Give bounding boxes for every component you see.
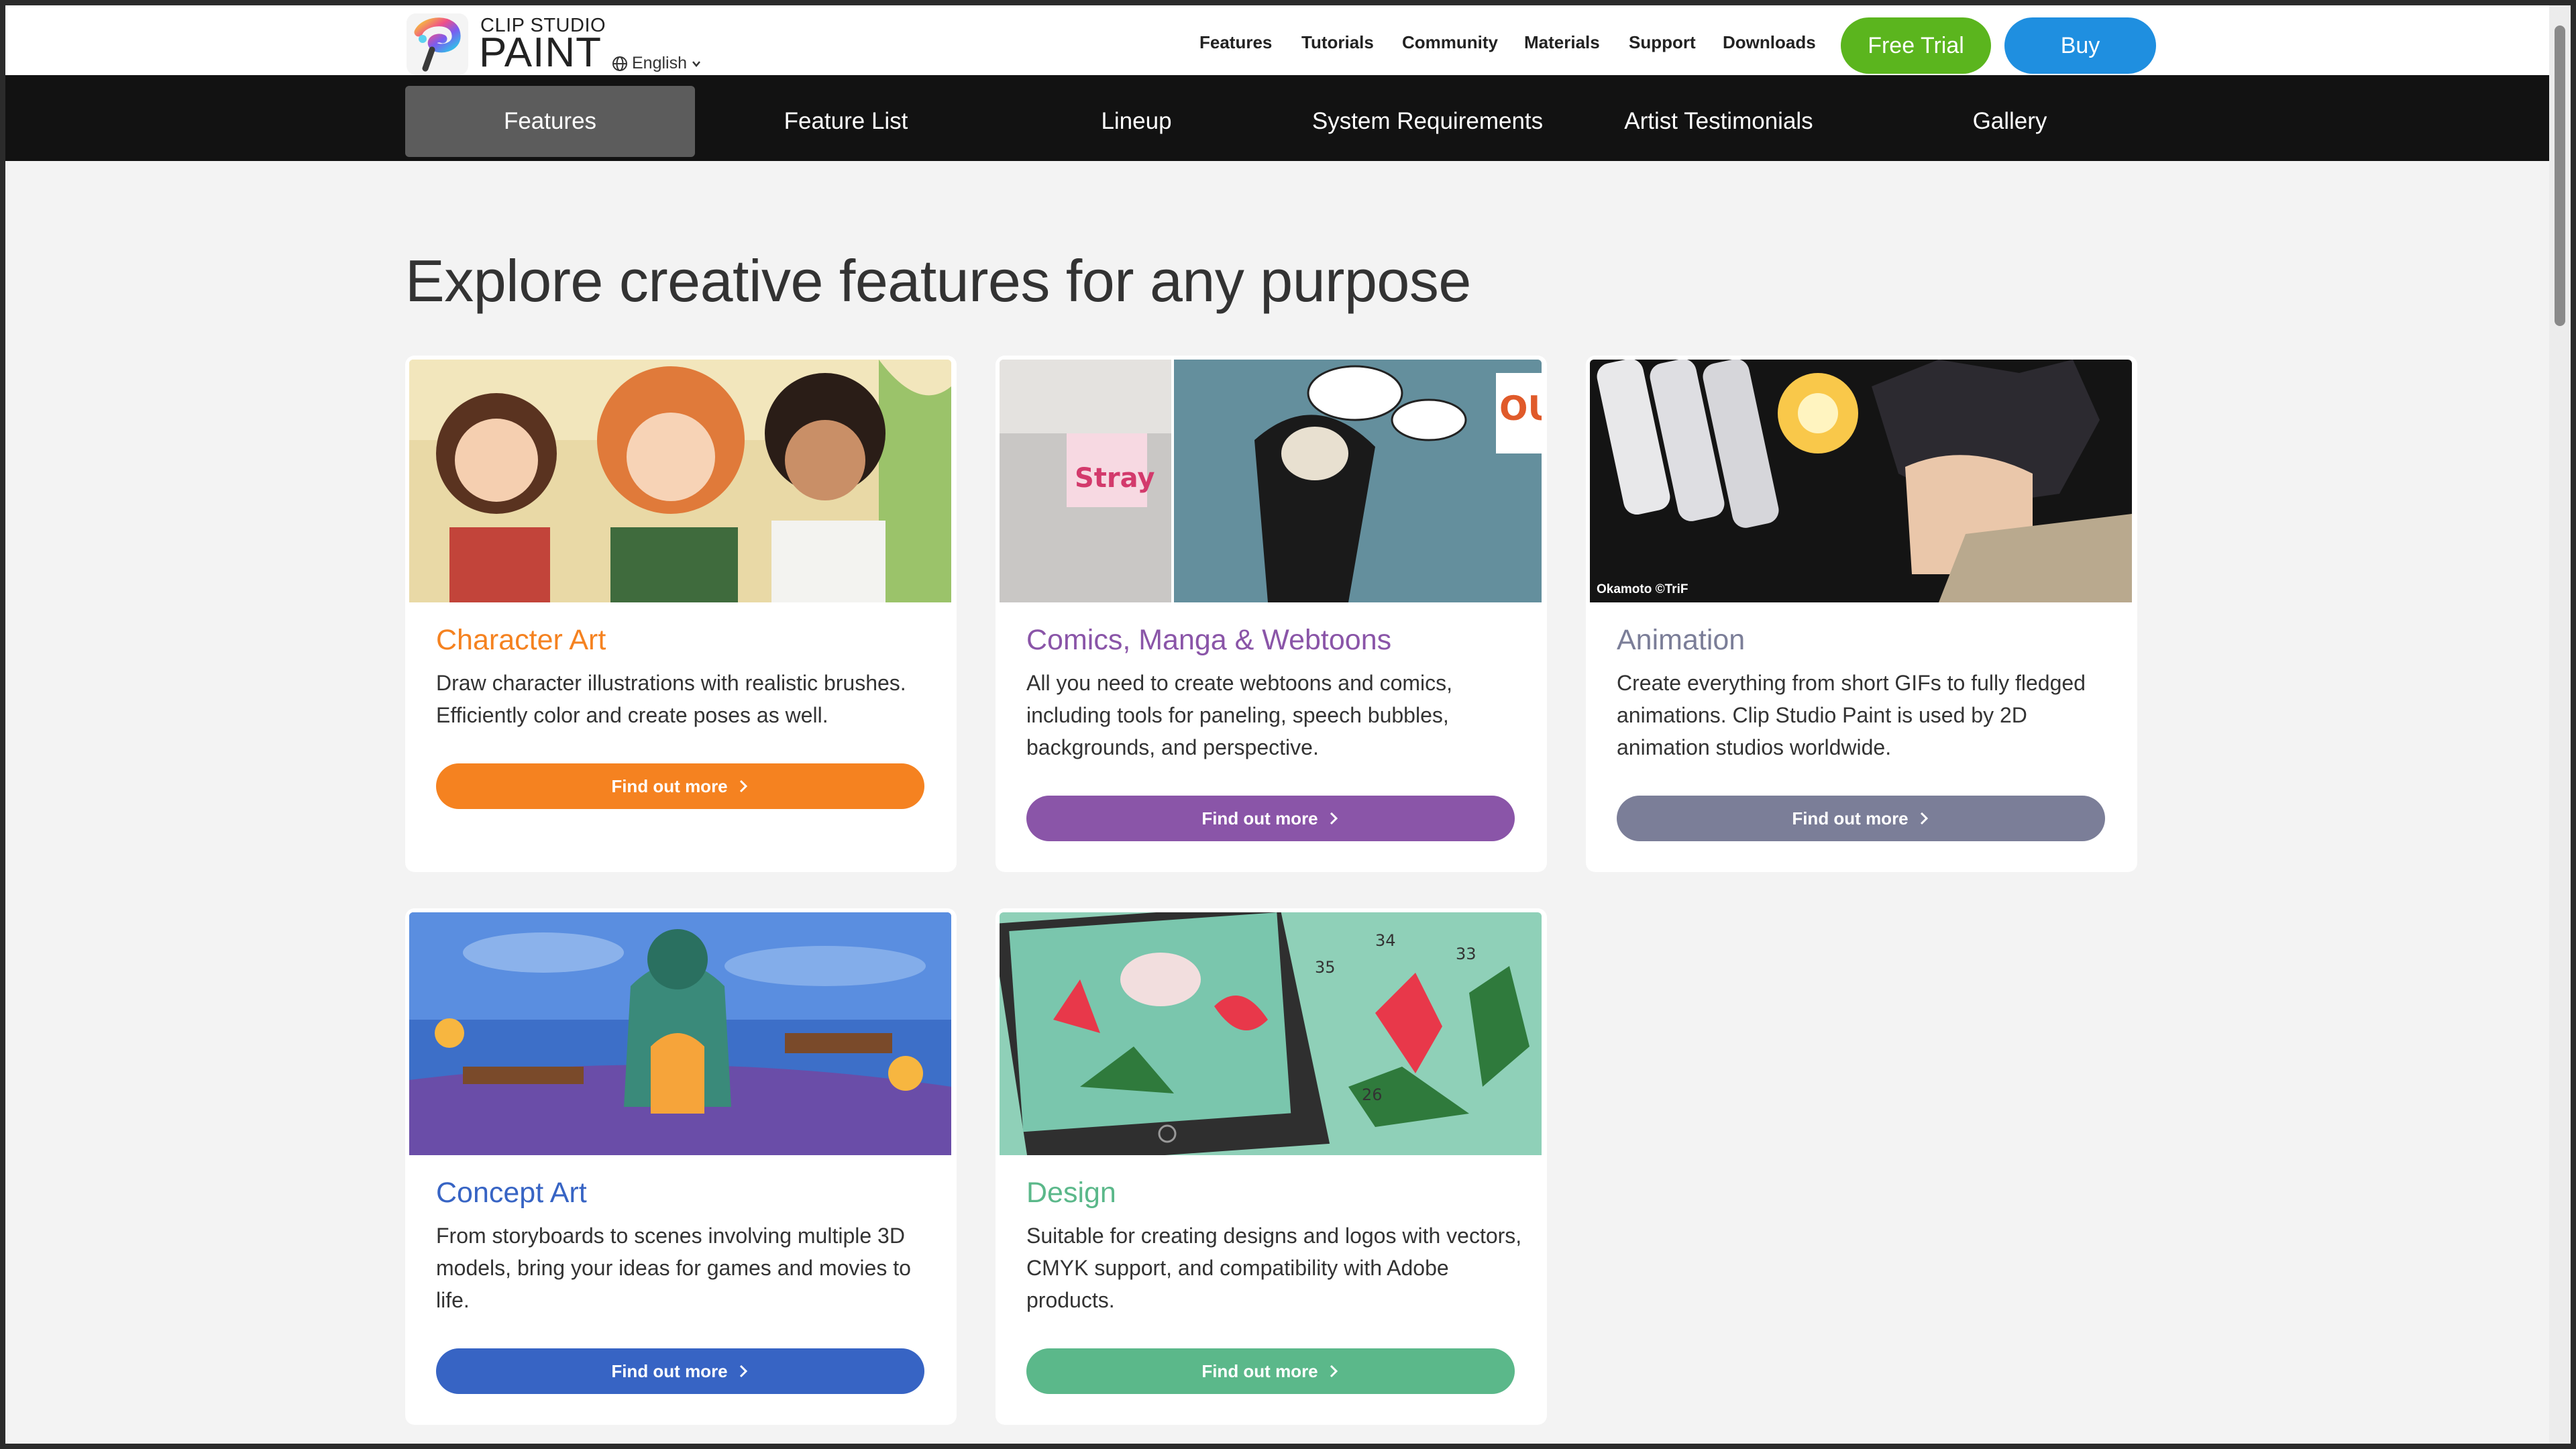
svg-text:33: 33 <box>1456 945 1477 963</box>
chevron-right-icon <box>1330 812 1338 825</box>
design-image[interactable]: 35 34 33 26 <box>1000 912 1542 1155</box>
language-label: English <box>632 54 687 72</box>
page-viewport: CLIP STUDIO PAINT English Features Tutor… <box>5 5 2549 1444</box>
find-out-more-button[interactable]: Find out more <box>436 763 924 809</box>
button-label: Find out more <box>611 1360 728 1381</box>
chevron-down-icon <box>692 60 700 67</box>
tab-feature-list[interactable]: Feature List <box>701 86 991 157</box>
tab-features[interactable]: Features <box>405 86 695 157</box>
animation-image[interactable]: Okamoto ©TriF <box>1590 360 2132 602</box>
button-label: Find out more <box>611 775 728 796</box>
button-label: Find out more <box>1201 808 1318 828</box>
image-credit: Okamoto ©TriF <box>1597 582 1688 596</box>
card-description: Draw character illustrations with realis… <box>436 671 906 727</box>
card-concept-art: Concept Art From storyboards to scenes i… <box>405 908 957 1425</box>
site-header: CLIP STUDIO PAINT English Features Tutor… <box>5 5 2549 75</box>
chevron-right-icon <box>739 1364 747 1378</box>
scrollbar-thumb[interactable] <box>2555 25 2565 326</box>
find-out-more-button[interactable]: Find out more <box>1617 796 2105 841</box>
svg-text:35: 35 <box>1315 958 1336 977</box>
svg-text:Stray: Stray <box>1075 463 1155 494</box>
tab-gallery[interactable]: Gallery <box>1865 86 2155 157</box>
find-out-more-button[interactable]: Find out more <box>436 1348 924 1394</box>
comics-image[interactable]: Stray OU <box>1000 360 1542 602</box>
card-title: Character Art <box>436 624 606 656</box>
card-description: All you need to create webtoons and comi… <box>1026 671 1453 759</box>
chevron-right-icon <box>1330 1364 1338 1378</box>
button-label: Find out more <box>1792 808 1909 828</box>
character-art-image[interactable] <box>409 360 951 602</box>
page-title: Explore creative features for any purpos… <box>405 248 1471 314</box>
free-trial-button[interactable]: Free Trial <box>1841 17 1991 74</box>
tab-artist-testimonials[interactable]: Artist Testimonials <box>1574 86 1864 157</box>
card-title: Design <box>1026 1177 1116 1209</box>
sub-nav-bar: Features Feature List Lineup System Requ… <box>5 75 2549 161</box>
svg-text:OU: OU <box>1499 389 1542 428</box>
card-description: Suitable for creating designs and logos … <box>1026 1224 1522 1312</box>
buy-button[interactable]: Buy <box>2004 17 2156 74</box>
card-title: Concept Art <box>436 1177 587 1209</box>
nav-support[interactable]: Support <box>1629 32 1696 53</box>
card-design: 35 34 33 26 Design Suitable for creating… <box>996 908 1547 1425</box>
brand-main-text: PAINT <box>479 30 602 76</box>
nav-downloads[interactable]: Downloads <box>1723 32 1816 53</box>
find-out-more-button[interactable]: Find out more <box>1026 1348 1515 1394</box>
chevron-right-icon <box>1920 812 1928 825</box>
tab-system-requirements[interactable]: System Requirements <box>1283 86 1572 157</box>
nav-community[interactable]: Community <box>1402 32 1498 53</box>
nav-materials[interactable]: Materials <box>1524 32 1600 53</box>
chevron-right-icon <box>739 780 747 793</box>
button-label: Find out more <box>1201 1360 1318 1381</box>
nav-features[interactable]: Features <box>1199 32 1272 53</box>
card-description: Create everything from short GIFs to ful… <box>1617 671 2086 759</box>
svg-text:34: 34 <box>1375 931 1396 950</box>
concept-art-image[interactable] <box>409 912 951 1155</box>
card-character-art: Character Art Draw character illustratio… <box>405 356 957 872</box>
card-title: Animation <box>1617 624 1746 656</box>
card-title: Comics, Manga & Webtoons <box>1026 624 1392 656</box>
tab-lineup[interactable]: Lineup <box>991 86 1281 157</box>
card-description: From storyboards to scenes involving mul… <box>436 1224 911 1312</box>
clip-studio-logo-icon[interactable] <box>405 12 470 76</box>
vertical-scrollbar[interactable] <box>2549 5 2571 1444</box>
globe-icon <box>612 56 627 71</box>
card-animation: Okamoto ©TriF Animation Create everythin… <box>1586 356 2137 872</box>
nav-tutorials[interactable]: Tutorials <box>1301 32 1374 53</box>
find-out-more-button[interactable]: Find out more <box>1026 796 1515 841</box>
card-comics-manga-webtoons: Stray OU Comics, Manga & Webtoons All yo… <box>996 356 1547 872</box>
language-selector[interactable]: English <box>612 54 702 73</box>
svg-text:26: 26 <box>1362 1085 1383 1104</box>
